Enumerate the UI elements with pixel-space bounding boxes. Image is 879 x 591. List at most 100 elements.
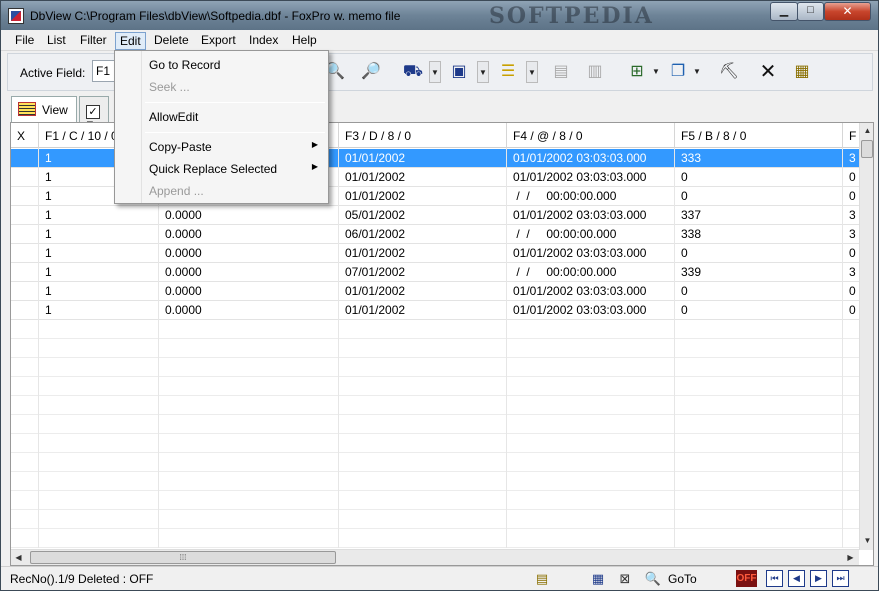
- clipboard-copy-icon[interactable]: ▤: [550, 61, 572, 83]
- table-cell[interactable]: 0: [675, 168, 843, 187]
- column-header-x[interactable]: X: [11, 123, 39, 148]
- scroll-right-icon[interactable]: ▶: [843, 550, 858, 565]
- search-record-icon[interactable]: 🔎: [360, 61, 382, 83]
- goto-search-icon[interactable]: 🔍: [644, 570, 662, 588]
- goto-label[interactable]: GoTo: [668, 572, 697, 586]
- table-cell[interactable]: / / 00:00:00.000: [507, 225, 675, 244]
- column-header-f3[interactable]: F3 / D / 8 / 0: [339, 123, 507, 148]
- table-cell[interactable]: / / 00:00:00.000: [507, 263, 675, 282]
- table-cell[interactable]: 0: [675, 244, 843, 263]
- table-row[interactable]: 1 0.0000 01/01/2002 01/01/2002 03:03:03.000…: [11, 244, 859, 263]
- table-cell[interactable]: [11, 168, 39, 187]
- table-cell[interactable]: 0.0000: [159, 244, 339, 263]
- tab-view[interactable]: View: [11, 96, 77, 122]
- table-row[interactable]: 1 0.0000 06/01/2002 / / 00:00:00.000 338 3: [11, 225, 859, 244]
- table-cell[interactable]: 333: [675, 149, 843, 168]
- table-cell[interactable]: [11, 187, 39, 206]
- maximize-button[interactable]: □: [797, 2, 824, 21]
- table-cell[interactable]: 01/01/2002 03:03:03.000: [507, 282, 675, 301]
- table-cell[interactable]: 01/01/2002: [339, 149, 507, 168]
- table-cell[interactable]: 01/01/2002: [339, 187, 507, 206]
- table-cell[interactable]: 1: [39, 206, 159, 225]
- table-cell[interactable]: [11, 301, 39, 320]
- table-cell[interactable]: 1: [39, 244, 159, 263]
- table-cell[interactable]: 0: [843, 187, 859, 206]
- table-cell[interactable]: 3: [843, 149, 859, 168]
- chevron-down-icon[interactable]: ▼: [526, 61, 538, 83]
- next-record-icon[interactable]: ▶: [810, 570, 827, 587]
- table-cell[interactable]: 337: [675, 206, 843, 225]
- menu-edit[interactable]: Edit: [115, 32, 146, 50]
- close-table-icon[interactable]: ✕: [757, 61, 779, 83]
- vertical-scroll-thumb[interactable]: [861, 140, 873, 158]
- close-button[interactable]: ✕: [824, 2, 871, 21]
- table-cell[interactable]: 0.0000: [159, 282, 339, 301]
- deleted-off-badge[interactable]: OFF: [736, 570, 757, 587]
- table-cell[interactable]: 338: [675, 225, 843, 244]
- table-cell[interactable]: 01/01/2002 03:03:03.000: [507, 149, 675, 168]
- info-panel-icon[interactable]: ▣: [448, 61, 470, 83]
- chevron-down-icon[interactable]: ▼: [429, 61, 441, 83]
- binoculars-icon[interactable]: ⛏: [718, 61, 740, 83]
- table-cell[interactable]: 01/01/2002 03:03:03.000: [507, 206, 675, 225]
- table-cell[interactable]: 01/01/2002 03:03:03.000: [507, 168, 675, 187]
- table-cell[interactable]: 01/01/2002: [339, 168, 507, 187]
- menu-help[interactable]: Help: [288, 32, 321, 50]
- vertical-scrollbar[interactable]: ▲ ▼: [859, 123, 873, 550]
- title-bar[interactable]: DbView C:\Program Files\dbView\Softpedia…: [1, 1, 878, 30]
- table-cell[interactable]: 0.0000: [159, 225, 339, 244]
- export-icon[interactable]: ⊞: [626, 61, 648, 83]
- table-cell[interactable]: 1: [39, 263, 159, 282]
- table-cell[interactable]: 01/01/2002 03:03:03.000: [507, 244, 675, 263]
- column-header-f6[interactable]: F: [843, 123, 859, 148]
- table-cell[interactable]: 0.0000: [159, 206, 339, 225]
- chevron-down-icon[interactable]: ▼: [650, 61, 662, 83]
- chevron-down-icon[interactable]: ▼: [477, 61, 489, 83]
- table-cell[interactable]: 0: [675, 301, 843, 320]
- table-cell[interactable]: [11, 263, 39, 282]
- minimize-button[interactable]: ▁: [770, 2, 798, 21]
- table-cell[interactable]: 1: [39, 282, 159, 301]
- table-cell[interactable]: 01/01/2002 03:03:03.000: [507, 301, 675, 320]
- table-cell[interactable]: 1: [39, 301, 159, 320]
- binoculars-filter-icon[interactable]: ⛟: [402, 61, 424, 83]
- scroll-left-icon[interactable]: ◀: [11, 550, 26, 565]
- close-window-icon[interactable]: ⊠: [616, 570, 634, 588]
- table-row[interactable]: 1 0.0000 01/01/2002 01/01/2002 03:03:03.000…: [11, 301, 859, 320]
- menu-item-allow-edit[interactable]: AllowEdit: [117, 107, 326, 128]
- last-record-icon[interactable]: ⏭: [832, 570, 849, 587]
- table-row[interactable]: 1 0.0000 05/01/2002 01/01/2002 03:03:03.000…: [11, 206, 859, 225]
- menu-item-quick-replace[interactable]: Quick Replace Selected ▶: [117, 159, 326, 180]
- table-cell[interactable]: 3: [843, 263, 859, 282]
- menu-file[interactable]: File: [11, 32, 38, 50]
- active-field-select[interactable]: F1: [92, 60, 116, 82]
- table-row[interactable]: 1 0.0000 07/01/2002 / / 00:00:00.000 339 3: [11, 263, 859, 282]
- table-cell[interactable]: [11, 282, 39, 301]
- table-cell[interactable]: [11, 206, 39, 225]
- table-cell[interactable]: 3: [843, 225, 859, 244]
- horizontal-scrollbar[interactable]: ◀ ⁞⁞⁞ ▶: [11, 549, 859, 565]
- menu-export[interactable]: Export: [197, 32, 240, 50]
- app-icon[interactable]: [8, 8, 24, 24]
- table-row[interactable]: 1 0.0000 01/01/2002 01/01/2002 03:03:03.000…: [11, 282, 859, 301]
- first-record-icon[interactable]: ⏮: [766, 570, 783, 587]
- table-cell[interactable]: 339: [675, 263, 843, 282]
- table-cell[interactable]: 01/01/2002: [339, 301, 507, 320]
- table-cell[interactable]: 06/01/2002: [339, 225, 507, 244]
- scroll-down-icon[interactable]: ▼: [860, 533, 873, 549]
- table-cell[interactable]: 3: [843, 206, 859, 225]
- grid-view-icon[interactable]: ☰: [497, 61, 519, 83]
- table-cell[interactable]: 0.0000: [159, 301, 339, 320]
- table-cell[interactable]: 0: [675, 187, 843, 206]
- table-cell[interactable]: / / 00:00:00.000: [507, 187, 675, 206]
- menu-item-go-to-record[interactable]: Go to Record: [117, 55, 326, 76]
- menu-item-copy-paste[interactable]: Copy-Paste ▶: [117, 137, 326, 158]
- tab-f[interactable]: ✓F: [79, 96, 109, 133]
- scroll-up-icon[interactable]: ▲: [860, 123, 873, 139]
- table-cell[interactable]: 0: [843, 168, 859, 187]
- table-cell[interactable]: 0: [843, 301, 859, 320]
- table-cell[interactable]: 01/01/2002: [339, 244, 507, 263]
- prev-record-icon[interactable]: ◀: [788, 570, 805, 587]
- table-cell[interactable]: 0.0000: [159, 263, 339, 282]
- table-cell[interactable]: 1: [39, 225, 159, 244]
